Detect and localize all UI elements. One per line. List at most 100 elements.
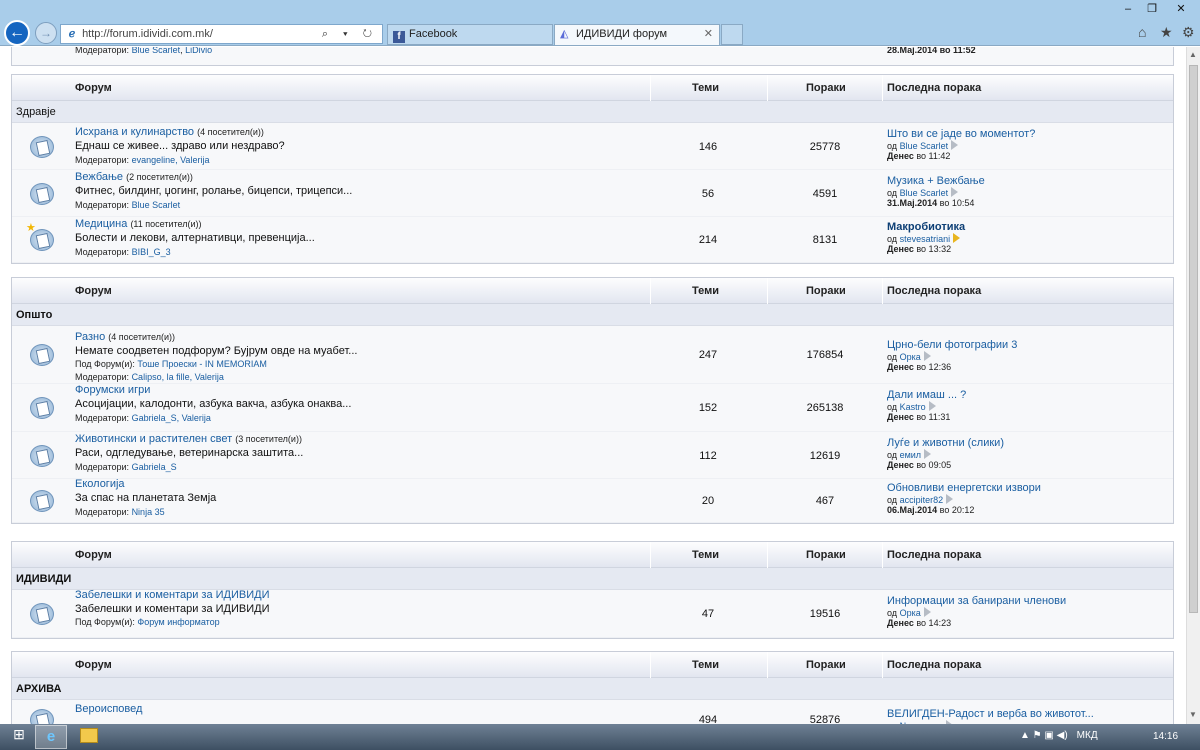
go-to-last-post-icon[interactable] xyxy=(951,186,959,197)
address-text: http://forum.idividi.com.mk/ xyxy=(82,28,213,40)
topics-count: 494 xyxy=(698,714,718,724)
last-post-title-link[interactable]: Информации за банирани членови xyxy=(887,595,1066,607)
start-icon[interactable]: ⊞ xyxy=(4,726,34,748)
posts-count: 4591 xyxy=(812,187,838,200)
moderator-link[interactable]: Calipso, la fille, Valerija xyxy=(132,372,224,382)
category-title[interactable]: Здравје xyxy=(12,101,1173,123)
moderator-link[interactable]: BIBI_G_3 xyxy=(132,247,171,257)
go-to-last-post-icon[interactable] xyxy=(924,448,932,459)
back-button[interactable]: ← xyxy=(4,20,30,46)
moderator-link[interactable]: Gabriela_S, Valerija xyxy=(132,413,211,423)
forum-row: ★ Медицина (11 посетител(и)) Болести и лек… xyxy=(12,217,1173,263)
category-title[interactable]: ИДИВИДИ xyxy=(12,568,1173,590)
ie-page-icon: ℯ xyxy=(68,28,76,40)
close-tab-icon[interactable]: ✕ xyxy=(704,25,713,44)
subforum-link[interactable]: Форум информатор xyxy=(137,617,219,627)
scroll-up-icon[interactable]: ▲ xyxy=(1189,50,1197,59)
moderators: Модератори: Blue Scarlet xyxy=(75,200,181,210)
last-post: Дали имаш ... ? од Kastro Денес во 11:31 xyxy=(887,389,967,422)
col-forum: Форум xyxy=(75,82,112,94)
last-post-title-link[interactable]: Што ви се јаде во моментот? xyxy=(887,128,1035,140)
subforum-link[interactable]: Тоше Проески - IN MEMORIAM xyxy=(137,359,266,369)
forum-row: Форумски игри Асоцијации, калодонти, азбу… xyxy=(12,384,1173,432)
forum-status-icon xyxy=(30,397,54,419)
last-poster-link[interactable]: Kastro xyxy=(900,402,926,412)
posts-count: 25778 xyxy=(809,140,841,153)
system-tray[interactable]: ▲ ⚑ ▣ ◀) МКД xyxy=(1020,730,1107,741)
go-to-last-post-icon[interactable] xyxy=(951,139,959,150)
forum-section: Форум Теми Пораки Последна порака ИДИВИДИ Заб… xyxy=(11,541,1174,639)
last-post-title-link[interactable]: Макробиотика xyxy=(887,221,965,233)
internet-explorer-icon[interactable]: e xyxy=(35,725,67,749)
gear-icon[interactable]: ⚙ xyxy=(1182,24,1195,41)
forum-status-icon xyxy=(30,490,54,512)
forum-title-link[interactable]: Животински и растителен свет xyxy=(75,433,232,445)
clock[interactable]: 14:16 xyxy=(1153,731,1178,742)
file-explorer-icon[interactable] xyxy=(80,728,98,743)
forum-title-link[interactable]: Исхрана и кулинарство xyxy=(75,126,194,138)
visitor-count: (3 посетител(и)) xyxy=(235,434,302,444)
last-post-title-link[interactable]: ВЕЛИГДЕН-Радост и верба во животот... xyxy=(887,708,1094,720)
col-last-post: Последна порака xyxy=(887,659,982,671)
forum-title-link[interactable]: Екологија xyxy=(75,478,125,490)
go-to-last-post-icon[interactable] xyxy=(946,494,954,504)
col-forum: Форум xyxy=(75,549,112,561)
go-to-last-post-icon[interactable] xyxy=(928,401,936,411)
facebook-icon: f xyxy=(393,31,405,43)
category-title[interactable]: Општо xyxy=(12,304,1173,326)
forum-row: Животински и растителен свет (3 посетите… xyxy=(12,432,1173,479)
last-poster-link[interactable]: accipiter82 xyxy=(900,495,944,505)
scroll-thumb[interactable] xyxy=(1189,65,1198,613)
maximize-button[interactable]: ❐ xyxy=(1140,2,1164,16)
last-poster-link[interactable]: Blue Scarlet xyxy=(900,141,949,151)
page-content: Модератори: Blue Scarlet, LiDivio 28.Мај… xyxy=(0,47,1186,724)
favorites-star-icon[interactable]: ★ xyxy=(1160,24,1173,41)
forum-title-link[interactable]: Медицина xyxy=(75,218,127,230)
forum-description: Немате соодветен подфорум? Бујрум овде н… xyxy=(75,345,358,357)
minimize-button[interactable]: – xyxy=(1116,2,1140,16)
address-bar[interactable]: ℯ http://forum.idividi.com.mk/ ⌕ ▾ ↻ xyxy=(60,24,383,44)
forum-title-link[interactable]: Форумски игри xyxy=(75,384,150,396)
last-post-title-link[interactable]: Музика + Вежбање xyxy=(887,175,985,187)
forum-title-link[interactable]: Разно xyxy=(75,331,105,343)
tab-facebook[interactable]: f Facebook xyxy=(387,24,553,45)
last-post-title-link[interactable]: Дали имаш ... ? xyxy=(887,389,966,401)
moderator-link[interactable]: Ninja 35 xyxy=(132,507,165,517)
last-poster-link[interactable]: Орка xyxy=(900,352,921,362)
last-post-title-link[interactable]: Црно-бели фотографии 3 xyxy=(887,339,1017,351)
last-post-date: 06.Мај.2014 xyxy=(887,505,938,515)
moderator-link[interactable]: Blue Scarlet xyxy=(132,200,181,210)
moderator-link[interactable]: evangeline, Valerija xyxy=(132,155,210,165)
col-last-post: Последна порака xyxy=(887,82,982,94)
moderator-link[interactable]: Blue Scarlet xyxy=(132,47,181,55)
forum-title-link[interactable]: Вежбање xyxy=(75,171,123,183)
last-poster-link[interactable]: Орка xyxy=(900,608,921,618)
go-to-last-post-icon[interactable] xyxy=(923,607,931,617)
forum-description: Фитнес, билдинг, џогинг, ролање, бицепси… xyxy=(75,185,353,197)
last-poster-link[interactable]: емил xyxy=(900,450,921,460)
forum-title-link[interactable]: Вероисповед xyxy=(75,703,142,715)
home-icon[interactable]: ⌂ xyxy=(1138,24,1146,40)
category-title[interactable]: АРХИВА xyxy=(12,678,1173,700)
last-post-title-link[interactable]: Обновливи енергетски извори xyxy=(887,482,1041,494)
last-post-date: 31.Мај.2014 xyxy=(887,197,938,208)
forum-title-link[interactable]: Забелешки и коментари за ИДИВИДИ xyxy=(75,589,270,601)
forward-button[interactable]: → xyxy=(35,22,57,44)
last-poster-link[interactable]: Blue Scarlet xyxy=(900,188,949,198)
forum-description: Болести и лекови, алтернативци, превенци… xyxy=(75,232,315,244)
topics-count: 247 xyxy=(698,349,718,361)
page-scrollbar[interactable]: ▲ ▼ xyxy=(1186,47,1200,724)
moderator-link[interactable]: Gabriela_S xyxy=(132,462,177,472)
new-tab-button[interactable] xyxy=(721,24,743,45)
address-controls[interactable]: ⌕ ▾ ↻ xyxy=(322,25,378,43)
last-post-title-link[interactable]: Луѓе и животни (слики) xyxy=(887,437,1004,449)
go-to-last-post-icon[interactable] xyxy=(923,351,931,361)
scroll-down-icon[interactable]: ▼ xyxy=(1189,710,1197,719)
close-window-button[interactable]: ✕ xyxy=(1164,2,1198,16)
go-to-last-post-icon[interactable] xyxy=(953,233,961,243)
moderator-link[interactable]: LiDivio xyxy=(185,47,212,55)
last-poster-link[interactable]: stevesatriani xyxy=(900,234,951,244)
forum-row: Екологија За спас на планетата Земја Модер… xyxy=(12,478,1173,523)
browser-titlebar: ← → ℯ http://forum.idividi.com.mk/ ⌕ ▾ ↻… xyxy=(0,0,1200,46)
tab-idividi[interactable]: ◭ ИДИВИДИ форум ✕ xyxy=(554,24,720,45)
